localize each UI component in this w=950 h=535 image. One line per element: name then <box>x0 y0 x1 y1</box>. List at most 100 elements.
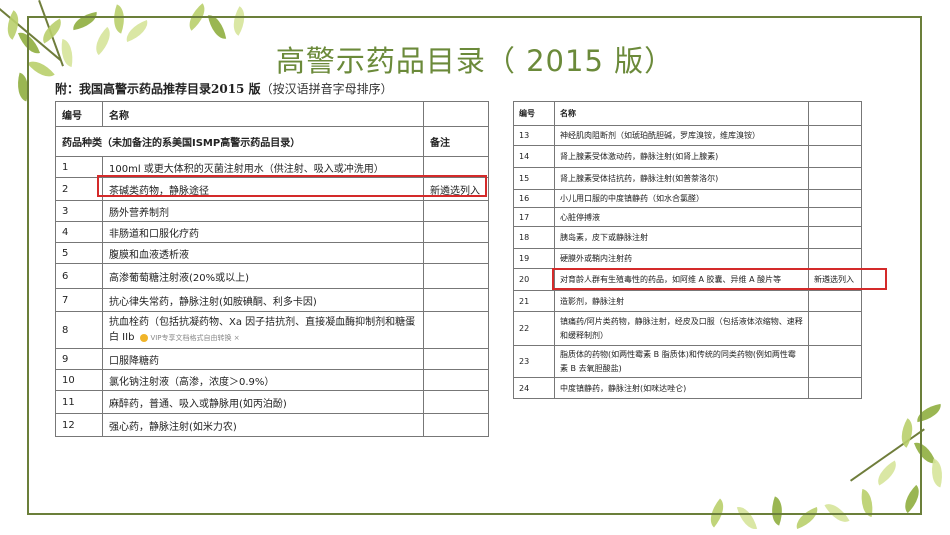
row-no: 24 <box>513 377 555 399</box>
row-no: 21 <box>513 290 555 312</box>
row-remark <box>808 145 862 168</box>
row-remark <box>423 413 489 437</box>
table-row: 4 非肠道和口服化疗药 <box>55 221 489 243</box>
table-header-row: 编号 名称 <box>513 101 862 126</box>
subtitle-note: （按汉语拼音字母排序） <box>260 82 393 96</box>
table-row: 11 麻醉药，普通、吸入或静脉用(如丙泊酚) <box>55 390 489 414</box>
row-remark <box>808 226 862 249</box>
row-no: 15 <box>513 167 555 190</box>
table-row: 12 强心药，静脉注射(如米力农) <box>55 413 489 437</box>
table-row: 18 胰岛素，皮下或静脉注射 <box>513 226 862 249</box>
page-title: 高警示药品目录（ 2015 版） <box>275 44 675 78</box>
header-blank <box>808 101 862 126</box>
subtitle-bold: 附：我国高警示药品推荐目录2015 版 <box>55 82 261 96</box>
table-header-row: 编号 名称 <box>55 101 489 127</box>
row-name: 脂质体的药物(如两性霉素 B 脂质体)和传统的同类药物(例如两性霉素 B 去氧胆… <box>554 345 809 378</box>
watermark-text: VIP专享文档格式自由转换 <box>150 333 232 342</box>
row-no: 9 <box>55 348 103 370</box>
remark-header: 备注 <box>423 126 489 157</box>
table-row: 13 神经肌肉阻断剂（如琥珀酰胆碱，罗库溴铵，维库溴铵） <box>513 125 862 146</box>
row-no: 11 <box>55 390 103 414</box>
row-remark <box>423 242 489 264</box>
row-no: 3 <box>55 200 103 222</box>
table-row: 8 抗血栓药（包括抗凝药物、Xa 因子拮抗剂、直接凝血酶抑制剂和糖蛋白 IIb V… <box>55 311 489 349</box>
row-no: 12 <box>55 413 103 437</box>
table-row: 24 中度镇静药，静脉注射(如咪达唑仑) <box>513 377 862 399</box>
row-name-cell: 抗血栓药（包括抗凝药物、Xa 因子拮抗剂、直接凝血酶抑制剂和糖蛋白 IIb VIP… <box>102 311 424 349</box>
table-row: 22 镇痛药/阿片类药物，静脉注射，经皮及口服（包括液体浓缩物、速释和缓释制剂） <box>513 311 862 346</box>
row-no: 7 <box>55 288 103 312</box>
table-row: 14 肾上腺素受体激动药，静脉注射(如肾上腺素) <box>513 145 862 168</box>
row-no: 5 <box>55 242 103 264</box>
row-name: 氯化钠注射液（高渗，浓度＞0.9%） <box>102 369 424 391</box>
row-remark <box>423 263 489 289</box>
row-remark <box>808 248 862 269</box>
row-no: 20 <box>513 268 555 291</box>
row-name: 麻醉药，普通、吸入或静脉用(如丙泊酚) <box>102 390 424 414</box>
row-no: 1 <box>55 156 103 178</box>
watermark: VIP专享文档格式自由转换 × <box>140 331 240 346</box>
left-drug-table: 编号 名称 药品种类（未加备注的系美国ISMP高警示药品目录） 备注 1 100… <box>55 101 489 437</box>
header-no: 编号 <box>55 101 103 127</box>
highlight-box-row-20 <box>552 268 887 290</box>
row-name: 硬膜外或鞘内注射药 <box>554 248 809 269</box>
table-row: 23 脂质体的药物(如两性霉素 B 脂质体)和传统的同类药物(例如两性霉素 B 去… <box>513 345 862 378</box>
row-remark <box>808 311 862 346</box>
row-name: 心脏停搏液 <box>554 207 809 227</box>
table-row: 19 硬膜外或鞘内注射药 <box>513 248 862 269</box>
row-no: 2 <box>55 177 103 201</box>
row-no: 4 <box>55 221 103 243</box>
row-name: 神经肌肉阻断剂（如琥珀酰胆碱，罗库溴铵，维库溴铵） <box>554 125 809 146</box>
table-row: 6 高渗葡萄糖注射液(20%或以上) <box>55 263 489 289</box>
row-remark <box>808 290 862 312</box>
row-no: 13 <box>513 125 555 146</box>
table-row: 5 腹膜和血液透析液 <box>55 242 489 264</box>
row-name: 抗心律失常药，静脉注射(如胺碘酮、利多卡因) <box>102 288 424 312</box>
row-remark <box>808 167 862 190</box>
row-no: 18 <box>513 226 555 249</box>
category-label: 药品种类（未加备注的系美国ISMP高警示药品目录） <box>55 126 424 157</box>
row-no: 8 <box>55 311 103 349</box>
row-remark <box>423 390 489 414</box>
header-name: 名称 <box>554 101 809 126</box>
table-row: 9 口服降糖药 <box>55 348 489 370</box>
row-name: 肾上腺素受体激动药，静脉注射(如肾上腺素) <box>554 145 809 168</box>
row-remark <box>423 288 489 312</box>
row-name: 口服降糖药 <box>102 348 424 370</box>
table-row: 10 氯化钠注射液（高渗，浓度＞0.9%） <box>55 369 489 391</box>
row-name: 镇痛药/阿片类药物，静脉注射，经皮及口服（包括液体浓缩物、速释和缓释制剂） <box>554 311 809 346</box>
row-no: 22 <box>513 311 555 346</box>
table-row: 17 心脏停搏液 <box>513 207 862 227</box>
category-row: 药品种类（未加备注的系美国ISMP高警示药品目录） 备注 <box>55 126 489 157</box>
document-subtitle: 附：我国高警示药品推荐目录2015 版（按汉语拼音字母排序） <box>55 80 393 97</box>
row-no: 19 <box>513 248 555 269</box>
row-name: 肠外营养制剂 <box>102 200 424 222</box>
row-name: 造影剂，静脉注射 <box>554 290 809 312</box>
row-remark <box>423 311 489 349</box>
row-remark <box>423 200 489 222</box>
table-row: 21 造影剂，静脉注射 <box>513 290 862 312</box>
row-remark <box>808 345 862 378</box>
row-name: 中度镇静药，静脉注射(如咪达唑仑) <box>554 377 809 399</box>
row-name: 胰岛素，皮下或静脉注射 <box>554 226 809 249</box>
row-remark <box>808 189 862 208</box>
row-name: 高渗葡萄糖注射液(20%或以上) <box>102 263 424 289</box>
row-remark <box>423 221 489 243</box>
table-row: 7 抗心律失常药，静脉注射(如胺碘酮、利多卡因) <box>55 288 489 312</box>
row-name: 腹膜和血液透析液 <box>102 242 424 264</box>
row-remark <box>808 207 862 227</box>
header-name: 名称 <box>102 101 424 127</box>
row-remark <box>808 125 862 146</box>
row-no: 6 <box>55 263 103 289</box>
row-no: 17 <box>513 207 555 227</box>
row-name: 非肠道和口服化疗药 <box>102 221 424 243</box>
row-remark <box>423 369 489 391</box>
row-remark <box>423 348 489 370</box>
row-name: 小儿用口服的中度镇静药（如水合氯醛） <box>554 189 809 208</box>
header-no: 编号 <box>513 101 555 126</box>
row-no: 14 <box>513 145 555 168</box>
right-drug-table: 编号 名称 13 神经肌肉阻断剂（如琥珀酰胆碱，罗库溴铵，维库溴铵） 14 肾上腺素… <box>513 101 862 399</box>
vip-icon <box>140 333 149 342</box>
row-name: 强心药，静脉注射(如米力农) <box>102 413 424 437</box>
header-blank <box>423 101 489 127</box>
